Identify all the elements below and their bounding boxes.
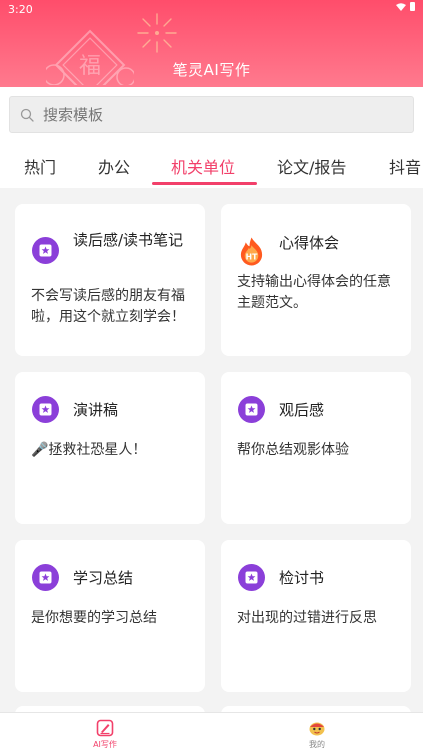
search-bar-container [0, 87, 423, 139]
card-title: 读后感/读书笔记 [73, 231, 184, 249]
nav-ai-writing[interactable]: AI写作 [75, 719, 135, 750]
template-card-reading-notes[interactable]: 读后感/读书笔记 不会写读后感的朋友有福啦，用这个就立刻学会！ [15, 204, 205, 356]
status-icons [396, 2, 415, 11]
app-title: 笔灵AI写作 [172, 61, 251, 79]
nav-label: 我的 [309, 740, 325, 749]
active-tab-indicator [152, 182, 257, 185]
card-title: 演讲稿 [73, 401, 119, 419]
card-title: 观后感 [279, 401, 325, 419]
status-bar: 3:20 [0, 0, 423, 18]
nav-mine[interactable]: 我的 [287, 719, 347, 750]
search-icon [20, 108, 34, 122]
template-card-movie-review[interactable]: 观后感 帮你总结观影体验 [221, 372, 411, 524]
template-card-speech[interactable]: 演讲稿 🎤拯救社恐星人！ [15, 372, 205, 524]
bottom-navigation: AI写作 我的 [0, 712, 423, 753]
pen-icon [96, 719, 114, 737]
svg-text:HT: HT [246, 252, 258, 261]
card-description: 对出现的过错进行反思 [237, 610, 377, 626]
mascot-icon [309, 722, 325, 736]
template-card-insights[interactable]: HT 心得体会 支持输出心得体会的任意主题范文。 [221, 204, 411, 356]
card-title: 学习总结 [73, 569, 134, 587]
category-tabs: 热门 办公 机关单位 论文/报告 抖音 [0, 139, 423, 188]
template-card-study-summary[interactable]: 学习总结 是你想要的学习总结 [15, 540, 205, 692]
card-description: 🎤拯救社恐星人！ [31, 442, 147, 458]
tab-government[interactable]: 机关单位 [171, 154, 235, 178]
search-box[interactable] [9, 96, 414, 133]
card-title: 心得体会 [279, 234, 340, 252]
star-badge-icon [32, 564, 59, 591]
card-description: 帮你总结观影体验 [237, 442, 349, 458]
firework-icon [137, 13, 177, 53]
tab-thesis-report[interactable]: 论文/报告 [277, 154, 346, 178]
card-description: 不会写读后感的朋友有福啦，用这个就立刻学会！ [31, 288, 185, 325]
search-input[interactable] [43, 105, 383, 124]
card-title: 检讨书 [279, 569, 325, 587]
star-badge-icon [32, 237, 59, 264]
template-card-self-criticism[interactable]: 检讨书 对出现的过错进行反思 [221, 540, 411, 692]
star-badge-icon [32, 396, 59, 423]
tab-douyin[interactable]: 抖音 [389, 154, 421, 178]
wifi-icon [396, 2, 406, 11]
app-header: 3:20 福 笔灵AI写作 [0, 0, 423, 87]
tab-office[interactable]: 办公 [98, 154, 130, 178]
status-time: 3:20 [8, 3, 33, 16]
card-description: 支持输出心得体会的任意主题范文。 [237, 274, 391, 311]
nav-label: AI写作 [93, 740, 117, 749]
star-badge-icon [238, 564, 265, 591]
ht-flame-icon: HT [238, 237, 265, 265]
card-description: 是你想要的学习总结 [31, 610, 157, 626]
battery-icon [410, 2, 415, 11]
star-badge-icon [238, 396, 265, 423]
tab-hot[interactable]: 热门 [24, 154, 56, 178]
